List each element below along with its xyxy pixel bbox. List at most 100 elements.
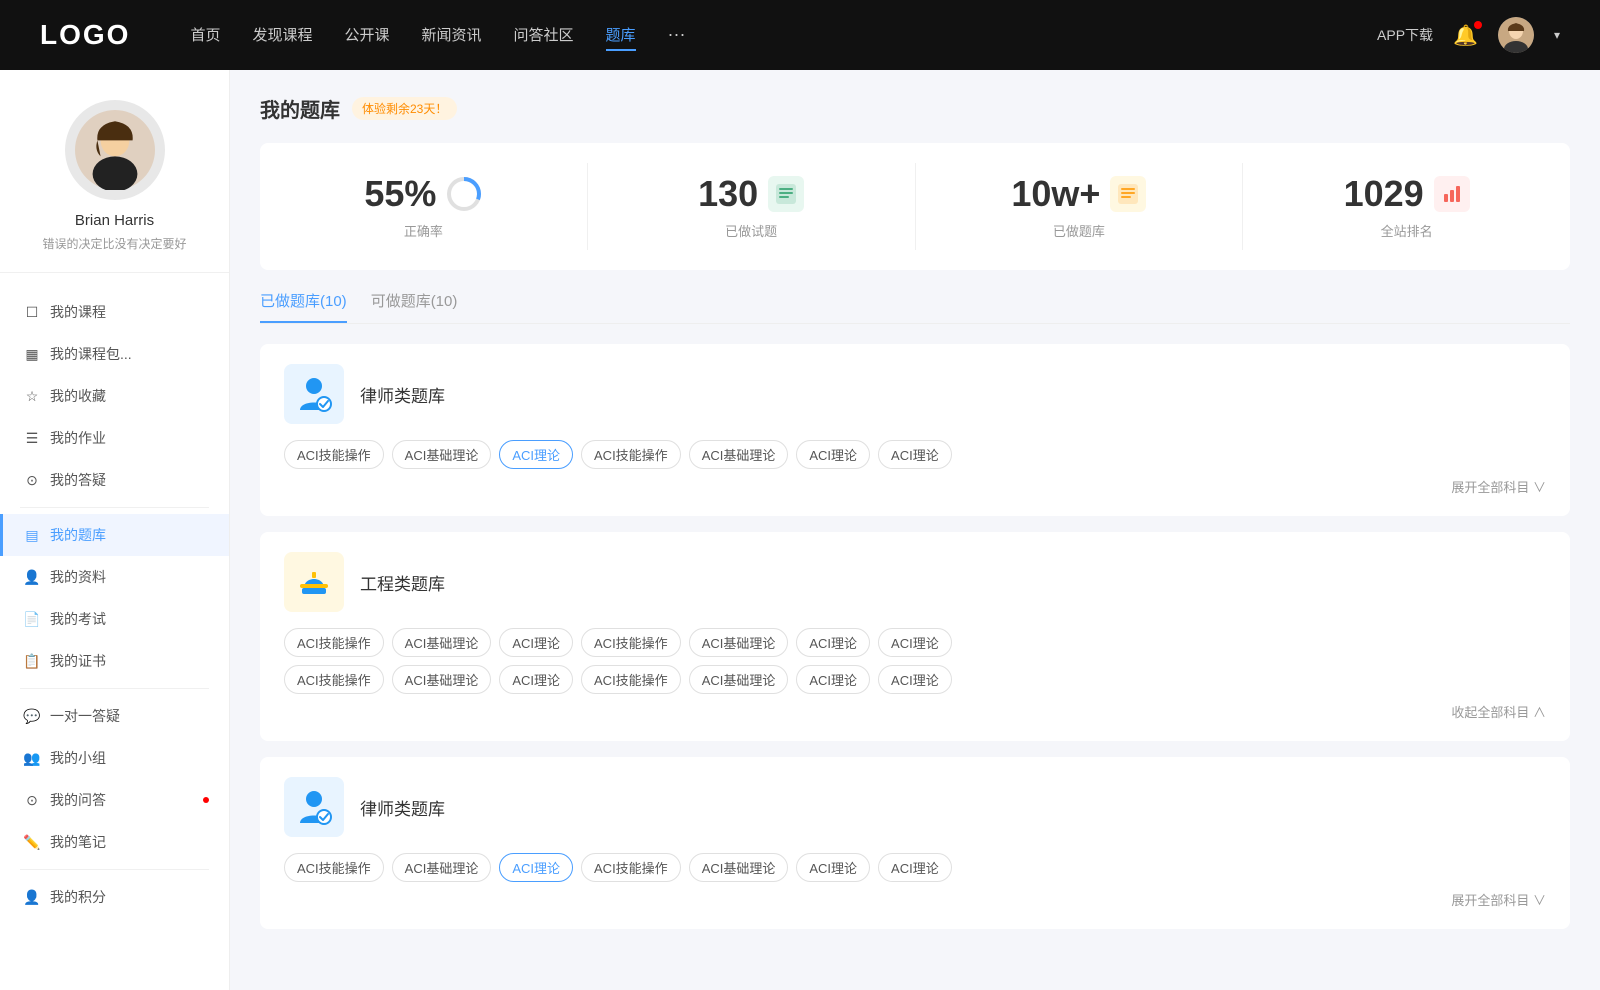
tag-4[interactable]: ACI基础理论 [689, 440, 789, 469]
sidebar-item-my-answers[interactable]: ⊙ 我的答疑 [0, 459, 229, 501]
tag-0[interactable]: ACI技能操作 [284, 440, 384, 469]
main-content: 我的题库 体验剩余23天！ 55% 正确率 130 [230, 70, 1600, 990]
tags-row-lawyer-2: ACI技能操作 ACI基础理论 ACI理论 ACI技能操作 ACI基础理论 AC… [284, 853, 1546, 882]
stat-done-banks: 10w+ 已做题库 [916, 163, 1244, 250]
sidebar-item-label: 我的笔记 [50, 832, 106, 852]
expand-button-lawyer-2[interactable]: 展开全部科目 ∨ [284, 890, 1546, 909]
eng-tag-3[interactable]: ACI技能操作 [581, 628, 681, 657]
tag-2-active[interactable]: ACI理论 [499, 440, 573, 469]
my-group-icon: 👥 [24, 750, 40, 766]
sidebar-item-label: 我的课程包... [50, 344, 132, 364]
eng2-tag-3[interactable]: ACI技能操作 [581, 665, 681, 694]
eng-tag-0[interactable]: ACI技能操作 [284, 628, 384, 657]
stats-row: 55% 正确率 130 [260, 143, 1570, 270]
app-download-button[interactable]: APP下载 [1377, 25, 1433, 45]
stat-accuracy-num: 55% [364, 173, 436, 215]
done-questions-icon [768, 176, 804, 212]
l2-tag-4[interactable]: ACI基础理论 [689, 853, 789, 882]
sidebar-item-certificate[interactable]: 📋 我的证书 [0, 640, 229, 682]
expand-button-lawyer-1[interactable]: 展开全部科目 ∨ [284, 477, 1546, 496]
sidebar-item-label: 我的答疑 [50, 470, 106, 490]
stat-banks-label: 已做题库 [936, 221, 1223, 240]
my-answers-icon: ⊙ [24, 472, 40, 488]
sidebar-item-my-courses[interactable]: ☐ 我的课程 [0, 291, 229, 333]
my-courses-icon: ☐ [24, 304, 40, 320]
eng2-tag-1[interactable]: ACI基础理论 [392, 665, 492, 694]
tag-6[interactable]: ACI理论 [878, 440, 952, 469]
l2-tag-3[interactable]: ACI技能操作 [581, 853, 681, 882]
qbank-lawyer-1: 律师类题库 ACI技能操作 ACI基础理论 ACI理论 ACI技能操作 ACI基… [260, 344, 1570, 516]
lawyer-icon-1 [284, 364, 344, 424]
tag-1[interactable]: ACI基础理论 [392, 440, 492, 469]
sidebar-item-my-data[interactable]: 👤 我的资料 [0, 556, 229, 598]
eng2-tag-2[interactable]: ACI理论 [499, 665, 573, 694]
eng2-tag-0[interactable]: ACI技能操作 [284, 665, 384, 694]
logo[interactable]: LOGO [40, 19, 130, 51]
qbank-header-lawyer-1: 律师类题库 [284, 364, 1546, 424]
l2-tag-2-active[interactable]: ACI理论 [499, 853, 573, 882]
sidebar-item-my-points[interactable]: 👤 我的积分 [0, 876, 229, 918]
eng-tag-2[interactable]: ACI理论 [499, 628, 573, 657]
l2-tag-5[interactable]: ACI理论 [796, 853, 870, 882]
sidebar-item-my-qa[interactable]: ⊙ 我的问答 [0, 779, 229, 821]
course-packages-icon: ▦ [24, 346, 40, 362]
qbank-icon: ▤ [24, 527, 40, 543]
page-title: 我的题库 [260, 94, 340, 123]
main-nav: 首页 发现课程 公开课 新闻资讯 问答社区 题库 ··· [190, 20, 1377, 51]
header: LOGO 首页 发现课程 公开课 新闻资讯 问答社区 题库 ··· APP下载 … [0, 0, 1600, 70]
sidebar-divider-2 [20, 688, 209, 689]
sidebar-item-favorites[interactable]: ☆ 我的收藏 [0, 375, 229, 417]
tag-3[interactable]: ACI技能操作 [581, 440, 681, 469]
sidebar-item-one-on-one[interactable]: 💬 一对一答疑 [0, 695, 229, 737]
done-banks-icon [1110, 176, 1146, 212]
user-avatar[interactable] [1498, 17, 1534, 53]
nav-qbank[interactable]: 题库 [606, 20, 636, 51]
qbank-header-engineer: 工程类题库 [284, 552, 1546, 612]
collapse-button-engineer[interactable]: 收起全部科目 ∧ [284, 702, 1546, 721]
user-dropdown-arrow[interactable]: ▾ [1554, 28, 1560, 42]
sidebar-item-my-group[interactable]: 👥 我的小组 [0, 737, 229, 779]
tab-done-banks[interactable]: 已做题库(10) [260, 290, 347, 323]
nav-discover[interactable]: 发现课程 [252, 20, 312, 51]
l2-tag-0[interactable]: ACI技能操作 [284, 853, 384, 882]
eng2-tag-4[interactable]: ACI基础理论 [689, 665, 789, 694]
tags-row-lawyer-1: ACI技能操作 ACI基础理论 ACI理论 ACI技能操作 ACI基础理论 AC… [284, 440, 1546, 469]
notification-badge [1474, 21, 1482, 29]
stat-banks-top: 10w+ [936, 173, 1223, 215]
l2-tag-1[interactable]: ACI基础理论 [392, 853, 492, 882]
sidebar-item-label: 我的作业 [50, 428, 106, 448]
tab-available-banks[interactable]: 可做题库(10) [371, 290, 458, 323]
notification-bell[interactable]: 🔔 [1453, 23, 1478, 48]
eng-tag-4[interactable]: ACI基础理论 [689, 628, 789, 657]
sidebar-item-label: 我的小组 [50, 748, 106, 768]
stat-done-num: 130 [698, 173, 758, 215]
nav-home[interactable]: 首页 [190, 20, 220, 51]
trial-badge: 体验剩余23天！ [352, 97, 457, 120]
tag-5[interactable]: ACI理论 [796, 440, 870, 469]
sidebar-item-homework[interactable]: ☰ 我的作业 [0, 417, 229, 459]
sidebar-item-course-packages[interactable]: ▦ 我的课程包... [0, 333, 229, 375]
profile-name: Brian Harris [20, 212, 209, 229]
stat-rank: 1029 全站排名 [1243, 163, 1570, 250]
eng2-tag-5[interactable]: ACI理论 [796, 665, 870, 694]
eng2-tag-6[interactable]: ACI理论 [878, 665, 952, 694]
sidebar-item-qbank[interactable]: ▤ 我的题库 [0, 514, 229, 556]
eng-tag-5[interactable]: ACI理论 [796, 628, 870, 657]
l2-tag-6[interactable]: ACI理论 [878, 853, 952, 882]
sidebar-item-label: 我的证书 [50, 651, 106, 671]
stat-done-top: 130 [608, 173, 895, 215]
sidebar-item-my-exam[interactable]: 📄 我的考试 [0, 598, 229, 640]
sidebar-item-my-notes[interactable]: ✏️ 我的笔记 [0, 821, 229, 863]
stat-accuracy-top: 55% [280, 173, 567, 215]
tags-row-engineer-1: ACI技能操作 ACI基础理论 ACI理论 ACI技能操作 ACI基础理论 AC… [284, 628, 1546, 657]
nav-news[interactable]: 新闻资讯 [422, 20, 482, 51]
eng-tag-6[interactable]: ACI理论 [878, 628, 952, 657]
stat-accuracy: 55% 正确率 [260, 163, 588, 250]
qbank-lawyer-2: 律师类题库 ACI技能操作 ACI基础理论 ACI理论 ACI技能操作 ACI基… [260, 757, 1570, 929]
nav-more[interactable]: ··· [668, 20, 686, 51]
sidebar-divider-1 [20, 507, 209, 508]
sidebar-divider-3 [20, 869, 209, 870]
eng-tag-1[interactable]: ACI基础理论 [392, 628, 492, 657]
nav-qa[interactable]: 问答社区 [514, 20, 574, 51]
nav-open-course[interactable]: 公开课 [344, 20, 389, 51]
